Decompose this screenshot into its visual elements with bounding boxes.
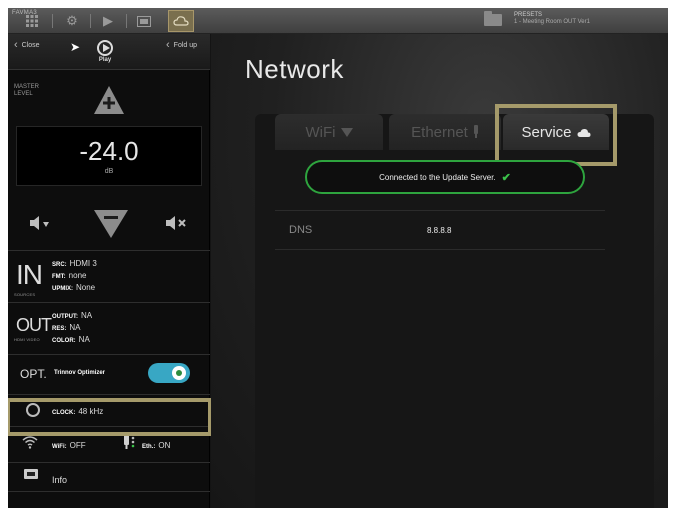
wifi-status-row: WiFi: OFF	[52, 441, 86, 450]
input-section[interactable]: IN SOURCES SRC: HDMI 3 FMT: none UPMIX: Non…	[8, 250, 210, 302]
master-level-value: -24.0	[79, 136, 139, 166]
mute-icon[interactable]	[164, 214, 190, 234]
master-level-display: -24.0 dB	[16, 126, 202, 186]
cloud-icon[interactable]	[168, 10, 194, 32]
wifi-icon	[340, 127, 353, 137]
fmt-row: FMT: none	[52, 271, 87, 280]
tab-ethernet-label: Ethernet	[411, 123, 468, 141]
network-status-section[interactable]: WiFi: OFF Eth.: ON	[8, 426, 210, 462]
tab-wifi-label: WiFi	[305, 123, 336, 141]
tab-service-label: Service	[521, 123, 572, 141]
folder-icon	[484, 11, 502, 26]
chevron-left-icon: ‹	[166, 39, 170, 51]
in-letter: IN	[16, 259, 43, 290]
fold-up-button[interactable]: ‹ Fold up	[166, 40, 197, 51]
wifi-icon	[22, 435, 38, 451]
preset-selector[interactable]: PRESETS 1 - Meeting Room OUT Ver1	[484, 10, 668, 32]
cursor-icon: ➤	[70, 40, 81, 54]
fold-up-label: Fold up	[173, 42, 198, 49]
dns-value: 8.8.8.8	[427, 226, 452, 235]
upmix-row: UPMIX: None	[52, 283, 96, 292]
info-icon	[24, 469, 38, 479]
play-icon[interactable]: ▶	[98, 12, 118, 30]
output-row: OUTPUT: NA	[52, 311, 93, 320]
ethernet-icon	[122, 432, 136, 452]
volume-up-button[interactable]	[92, 84, 126, 116]
sidebar: ‹ Close ➤ Play ‹ Fold up MASTER LEVEL -2…	[8, 34, 210, 508]
ethernet-icon	[473, 125, 478, 138]
volume-down-speaker-icon[interactable]	[28, 214, 54, 234]
update-server-status: Connected to the Update Server. ✔	[305, 160, 585, 194]
tab-service[interactable]: Service	[503, 114, 609, 150]
triangle-up-icon	[94, 86, 124, 114]
clock-row: CLOCK: 48 kHz	[52, 407, 104, 416]
play-label: Play	[98, 57, 112, 63]
master-level-unit: dB	[104, 168, 114, 175]
info-section[interactable]: Info	[8, 462, 210, 492]
opt-label: OPT.	[20, 367, 47, 381]
play-button[interactable]: Play	[94, 40, 116, 66]
res-row: RES: NA	[52, 323, 81, 332]
src-row: SRC: HDMI 3	[52, 259, 97, 268]
preset-name: 1 - Meeting Room OUT Ver1	[514, 19, 590, 25]
sidebar-header: ‹ Close ➤ Play ‹ Fold up	[8, 34, 210, 70]
in-sub-label: SOURCES	[14, 292, 36, 297]
toolbar-divider	[126, 14, 127, 28]
color-row: COLOR: NA	[52, 335, 90, 344]
toolbar-divider	[52, 14, 53, 28]
toolbar-divider	[90, 14, 91, 28]
out-letter: OUT	[16, 315, 52, 335]
output-section[interactable]: OUT HDMI VIDEO OUTPUT: NA RES: NA COLOR: NA	[8, 302, 210, 354]
status-text: Connected to the Update Server.	[379, 172, 496, 182]
cloud-icon	[577, 128, 591, 137]
optimizer-toggle[interactable]	[148, 363, 190, 383]
main-panel: Network WiFi Ethernet Service Connected …	[211, 34, 668, 508]
optimizer-section: OPT. Trinnov Optimizer	[8, 354, 210, 394]
close-button[interactable]: ‹ Close	[14, 40, 40, 51]
toggle-knob	[172, 366, 186, 380]
master-level-label: MASTER LEVEL	[14, 84, 40, 97]
settings-icon[interactable]: ⚙	[62, 12, 82, 30]
top-toolbar: FAVMA3 ⚙ ▶ PRESETS 1 - Meeting Room OUT …	[8, 8, 668, 34]
close-label: Close	[21, 42, 40, 49]
play-circle-icon	[97, 40, 113, 56]
out-sub-label: HDMI VIDEO	[14, 337, 40, 342]
chevron-left-icon: ‹	[14, 39, 18, 51]
clock-icon	[26, 403, 40, 417]
preset-title: PRESETS	[514, 12, 543, 18]
triangle-down-icon	[94, 210, 128, 238]
ethernet-status-row: Eth.: ON	[142, 441, 171, 450]
dns-label: DNS	[289, 224, 313, 236]
window-icon[interactable]	[134, 12, 154, 30]
optimizer-name: Trinnov Optimizer	[54, 370, 106, 376]
clock-section[interactable]: CLOCK: 48 kHz	[8, 394, 210, 426]
dns-row[interactable]: DNS 8.8.8.8	[275, 210, 605, 250]
app-screen: FAVMA3 ⚙ ▶ PRESETS 1 - Meeting Room OUT …	[8, 8, 668, 508]
info-label: Info	[52, 475, 68, 485]
check-icon: ✔	[501, 171, 511, 184]
tab-ethernet[interactable]: Ethernet	[389, 114, 501, 150]
page-title: Network	[245, 54, 344, 84]
volume-down-button[interactable]	[92, 208, 130, 240]
tab-wifi[interactable]: WiFi	[275, 114, 383, 150]
grid-icon[interactable]	[22, 12, 42, 30]
